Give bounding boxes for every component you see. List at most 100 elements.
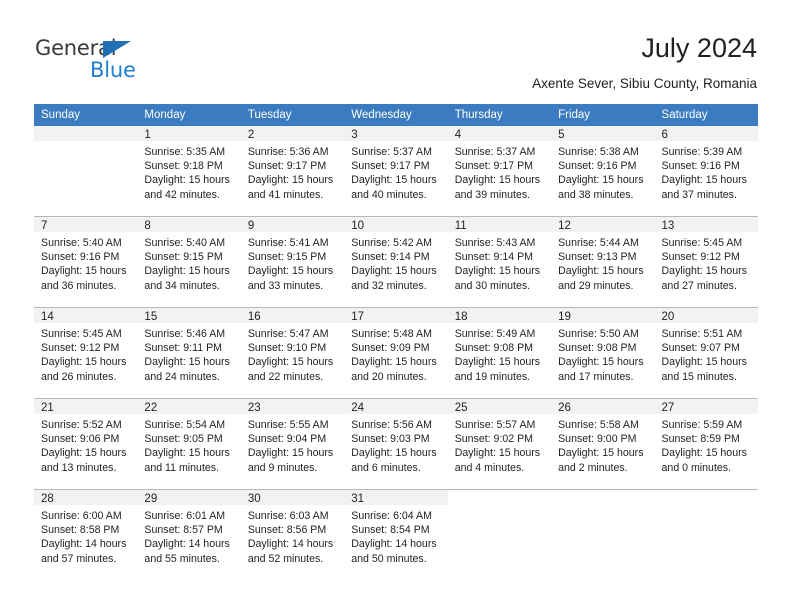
- calendar-day-cell[interactable]: 11 Sunrise: 5:43 AM Sunset: 9:14 PM Dayligh…: [447, 217, 552, 307]
- sunset-text: Sunset: 9:11 PM: [144, 342, 222, 355]
- day-sun-info: Sunrise: 5:38 AM Sunset: 9:16 PM Daylight:…: [551, 141, 654, 202]
- daylight-text-line1: Daylight: 15 hours: [661, 265, 747, 278]
- daylight-text-line1: Daylight: 15 hours: [351, 265, 437, 278]
- calendar-day-cell[interactable]: 13 Sunrise: 5:45 AM Sunset: 9:12 PM Dayligh…: [654, 217, 758, 307]
- calendar-day-cell[interactable]: 16 Sunrise: 5:47 AM Sunset: 9:10 PM Dayligh…: [240, 308, 345, 398]
- weekday-header-thursday: Thursday: [447, 104, 552, 126]
- calendar-day-cell[interactable]: 5 Sunrise: 5:38 AM Sunset: 9:16 PM Daylight…: [551, 126, 655, 216]
- day-sun-info: Sunrise: 5:47 AM Sunset: 9:10 PM Daylight:…: [241, 323, 344, 384]
- daylight-text-line2: and 34 minutes.: [144, 279, 220, 292]
- calendar-day-cell[interactable]: 28 Sunrise: 6:00 AM Sunset: 8:58 PM Dayligh…: [34, 490, 138, 580]
- day-number: 29: [137, 490, 241, 505]
- day-number: 12: [551, 217, 655, 232]
- triangle-icon: [103, 41, 131, 58]
- sunrise-text: Sunrise: 5:40 AM: [144, 237, 226, 249]
- daylight-text-line2: and 9 minutes.: [247, 461, 318, 474]
- sunrise-text: Sunrise: 5:35 AM: [144, 146, 226, 158]
- day-number: 21: [34, 399, 138, 414]
- daylight-text-line2: and 30 minutes.: [454, 279, 531, 292]
- calendar-day-cell[interactable]: 20 Sunrise: 5:51 AM Sunset: 9:07 PM Dayligh…: [654, 308, 758, 398]
- day-number: [447, 490, 552, 505]
- calendar-day-cell[interactable]: 27 Sunrise: 5:59 AM Sunset: 8:59 PM Dayligh…: [654, 399, 758, 489]
- day-sun-info: Sunrise: 5:41 AM Sunset: 9:15 PM Daylight:…: [241, 232, 344, 293]
- sunrise-text: Sunrise: 5:37 AM: [351, 146, 432, 158]
- sunset-text: Sunset: 8:56 PM: [247, 524, 327, 537]
- day-number: [34, 126, 138, 141]
- daylight-text-line1: Daylight: 14 hours: [351, 538, 437, 551]
- calendar-day-cell[interactable]: 15 Sunrise: 5:46 AM Sunset: 9:11 PM Dayligh…: [137, 308, 241, 398]
- calendar-day-cell[interactable]: 8 Sunrise: 5:40 AM Sunset: 9:15 PM Daylight…: [137, 217, 241, 307]
- calendar-day-cell[interactable]: 25 Sunrise: 5:57 AM Sunset: 9:02 PM Dayligh…: [447, 399, 552, 489]
- logo-text-blue: Blue: [90, 58, 136, 82]
- daylight-text-line2: and 42 minutes.: [144, 188, 220, 201]
- calendar-day-cell[interactable]: 26 Sunrise: 5:58 AM Sunset: 9:00 PM Dayligh…: [551, 399, 655, 489]
- daylight-text-line2: and 20 minutes.: [351, 370, 427, 383]
- daylight-text-line1: Daylight: 15 hours: [41, 447, 127, 460]
- daylight-text-line2: and 0 minutes.: [661, 461, 732, 474]
- calendar-day-cell[interactable]: 14 Sunrise: 5:45 AM Sunset: 9:12 PM Dayligh…: [34, 308, 138, 398]
- day-sun-info: Sunrise: 6:01 AM Sunset: 8:57 PM Daylight:…: [137, 505, 240, 566]
- daylight-text-line1: Daylight: 15 hours: [661, 447, 747, 460]
- daylight-text-line2: and 22 minutes.: [247, 370, 324, 383]
- calendar-day-cell[interactable]: 3 Sunrise: 5:37 AM Sunset: 9:17 PM Daylight…: [344, 126, 448, 216]
- daylight-text-line1: Daylight: 14 hours: [41, 538, 127, 551]
- daylight-text-line2: and 17 minutes.: [558, 370, 634, 383]
- calendar-day-cell[interactable]: 18 Sunrise: 5:49 AM Sunset: 9:08 PM Dayligh…: [447, 308, 552, 398]
- sunrise-text: Sunrise: 5:48 AM: [351, 328, 432, 340]
- calendar-day-cell[interactable]: 31 Sunrise: 6:04 AM Sunset: 8:54 PM Dayligh…: [344, 490, 448, 580]
- calendar-day-cell[interactable]: 10 Sunrise: 5:42 AM Sunset: 9:14 PM Dayligh…: [344, 217, 448, 307]
- calendar-day-cell[interactable]: 2 Sunrise: 5:36 AM Sunset: 9:17 PM Daylight…: [240, 126, 345, 216]
- calendar-day-cell[interactable]: 29 Sunrise: 6:01 AM Sunset: 8:57 PM Dayligh…: [137, 490, 241, 580]
- calendar-day-cell[interactable]: 24 Sunrise: 5:56 AM Sunset: 9:03 PM Dayligh…: [344, 399, 448, 489]
- calendar-day-cell[interactable]: 1 Sunrise: 5:35 AM Sunset: 9:18 PM Daylight…: [137, 126, 241, 216]
- calendar-day-cell[interactable]: 9 Sunrise: 5:41 AM Sunset: 9:15 PM Daylight…: [240, 217, 345, 307]
- calendar-day-cell[interactable]: 22 Sunrise: 5:54 AM Sunset: 9:05 PM Dayligh…: [137, 399, 241, 489]
- sunset-text: Sunset: 9:08 PM: [454, 342, 534, 355]
- calendar-week-row: 21 Sunrise: 5:52 AM Sunset: 9:06 PM Dayligh…: [34, 399, 758, 489]
- daylight-text-line1: Daylight: 15 hours: [247, 356, 334, 369]
- sunrise-text: Sunrise: 5:41 AM: [247, 237, 329, 249]
- weekday-header-sunday: Sunday: [34, 104, 138, 126]
- calendar-day-cell[interactable]: 23 Sunrise: 5:55 AM Sunset: 9:04 PM Dayligh…: [240, 399, 345, 489]
- sunset-text: Sunset: 9:02 PM: [454, 433, 534, 446]
- sunset-text: Sunset: 9:04 PM: [247, 433, 327, 446]
- day-sun-info: Sunrise: 5:50 AM Sunset: 9:08 PM Daylight:…: [551, 323, 654, 384]
- daylight-text-line2: and 40 minutes.: [351, 188, 427, 201]
- day-sun-info: Sunrise: 5:45 AM Sunset: 9:12 PM Daylight:…: [655, 232, 758, 293]
- calendar-day-cell[interactable]: 30 Sunrise: 6:03 AM Sunset: 8:56 PM Dayligh…: [240, 490, 345, 580]
- daylight-text-line1: Daylight: 15 hours: [454, 174, 541, 187]
- sunset-text: Sunset: 9:09 PM: [351, 342, 430, 355]
- daylight-text-line1: Daylight: 15 hours: [558, 265, 644, 278]
- sunset-text: Sunset: 9:07 PM: [661, 342, 740, 355]
- calendar-day-cell[interactable]: 17 Sunrise: 5:48 AM Sunset: 9:09 PM Dayligh…: [344, 308, 448, 398]
- calendar-day-cell[interactable]: 7 Sunrise: 5:40 AM Sunset: 9:16 PM Daylight…: [34, 217, 138, 307]
- day-number: [551, 490, 655, 505]
- day-number: 1: [137, 126, 241, 141]
- sunset-text: Sunset: 9:12 PM: [661, 251, 740, 264]
- calendar-day-cell[interactable]: 4 Sunrise: 5:37 AM Sunset: 9:17 PM Daylight…: [447, 126, 552, 216]
- day-sun-info: Sunrise: 5:58 AM Sunset: 9:00 PM Daylight:…: [551, 414, 654, 475]
- sunset-text: Sunset: 9:00 PM: [558, 433, 637, 446]
- day-sun-info: Sunrise: 5:59 AM Sunset: 8:59 PM Daylight:…: [655, 414, 758, 475]
- daylight-text-line2: and 50 minutes.: [351, 552, 427, 565]
- day-number: 27: [654, 399, 758, 414]
- sunrise-text: Sunrise: 5:57 AM: [454, 419, 536, 431]
- daylight-text-line1: Daylight: 15 hours: [351, 447, 437, 460]
- calendar-day-cell[interactable]: 12 Sunrise: 5:44 AM Sunset: 9:13 PM Dayligh…: [551, 217, 655, 307]
- sunset-text: Sunset: 9:13 PM: [558, 251, 637, 264]
- daylight-text-line1: Daylight: 15 hours: [454, 447, 541, 460]
- calendar-day-cell[interactable]: 19 Sunrise: 5:50 AM Sunset: 9:08 PM Dayligh…: [551, 308, 655, 398]
- weekday-header-monday: Monday: [137, 104, 241, 126]
- day-number: 16: [240, 308, 345, 323]
- day-sun-info: Sunrise: 5:46 AM Sunset: 9:11 PM Daylight:…: [137, 323, 240, 384]
- page-title: July 2024: [641, 33, 757, 63]
- day-sun-info: Sunrise: 5:40 AM Sunset: 9:16 PM Daylight:…: [34, 232, 137, 293]
- calendar-empty-cell: [551, 490, 655, 580]
- daylight-text-line1: Daylight: 14 hours: [247, 538, 334, 551]
- day-number: 18: [447, 308, 552, 323]
- calendar-day-cell[interactable]: 21 Sunrise: 5:52 AM Sunset: 9:06 PM Dayligh…: [34, 399, 138, 489]
- sunrise-text: Sunrise: 5:40 AM: [41, 237, 122, 249]
- day-number: 2: [240, 126, 345, 141]
- calendar-day-cell[interactable]: 6 Sunrise: 5:39 AM Sunset: 9:16 PM Daylight…: [654, 126, 758, 216]
- sunset-text: Sunset: 8:58 PM: [41, 524, 120, 537]
